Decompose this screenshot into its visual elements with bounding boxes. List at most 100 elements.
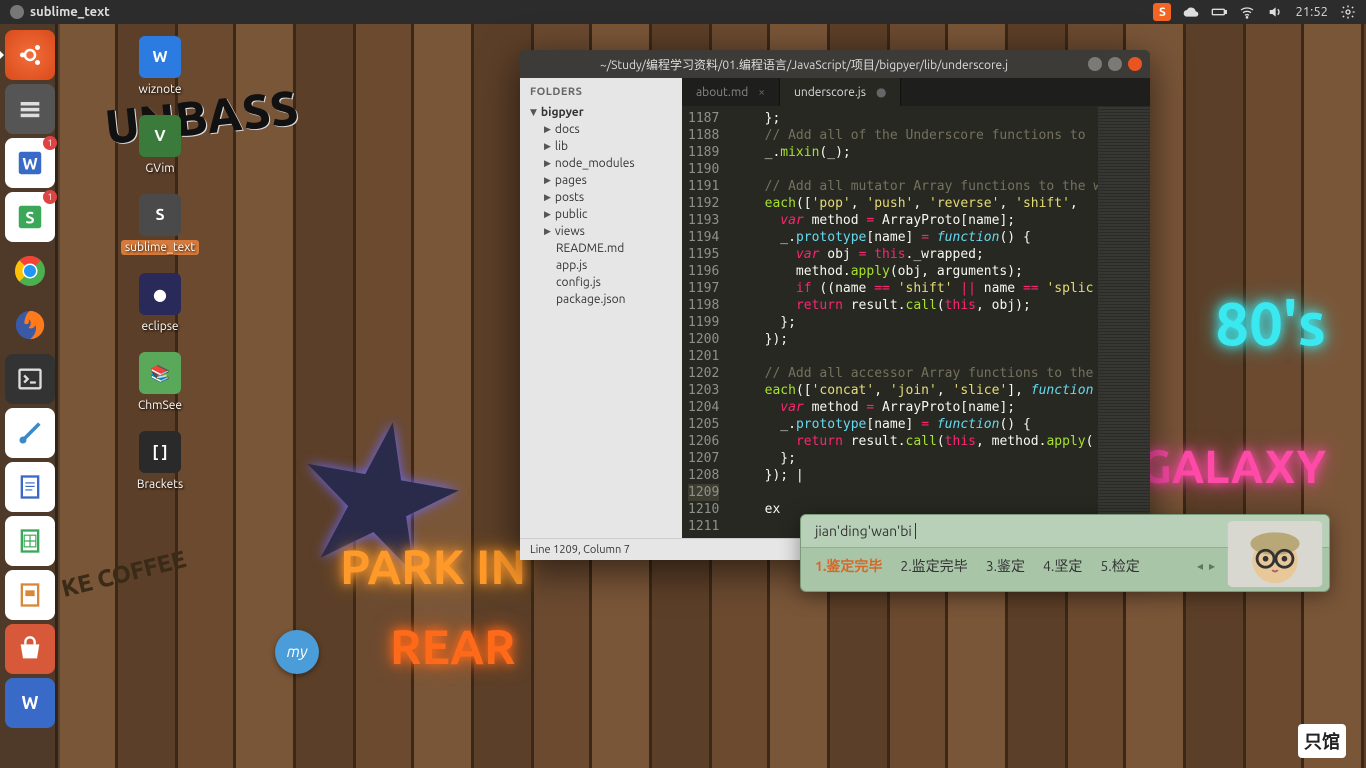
desktop-icon-label: ChmSee [134,398,186,413]
neon-80s: 80's [1215,290,1326,357]
dirty-dot-icon[interactable]: ● [876,85,886,99]
launcher-libreoffice-calc[interactable] [5,516,55,566]
ime-prev-icon[interactable]: ◂ [1197,559,1203,573]
battery-icon[interactable] [1211,4,1227,20]
tree-file[interactable]: app.js [524,257,678,274]
desktop-icon-sublime_text[interactable]: S sublime_text [120,194,200,255]
badge-icon: 1 [43,136,57,150]
tree-folder[interactable]: ▶ posts [524,189,678,206]
launcher-wps-writer-2[interactable]: W [5,678,55,728]
unity-launcher: W 1 S 1 W [0,24,60,768]
folder-tree: ▼ bigpyer▶ docs▶ lib▶ node_modules▶ page… [520,104,682,316]
decor-my-badge: my [275,630,319,674]
tree-folder[interactable]: ▶ views [524,223,678,240]
ime-input-text: jian'ding'wan'bi [815,523,912,539]
app-icon: V [139,115,181,157]
close-button[interactable] [1128,57,1142,71]
system-tray: S 21:52 [1153,3,1362,21]
app-icon: ● [139,273,181,315]
editor-area: about.md × underscore.js ● 1187118811891190… [682,78,1150,538]
code-content[interactable]: }; // Add all of the Underscore function… [727,106,1098,538]
tree-folder[interactable]: ▶ lib [524,138,678,155]
close-icon[interactable]: × [758,86,765,99]
tree-file[interactable]: config.js [524,274,678,291]
tab-label: about.md [696,86,748,99]
tree-file[interactable]: package.json [524,291,678,308]
top-panel: sublime_text S 21:52 [0,0,1366,24]
launcher-wps-writer[interactable]: W 1 [5,138,55,188]
desktop-icon-label: Brackets [133,477,187,492]
tree-folder[interactable]: ▶ public [524,206,678,223]
ime-nav: ◂▸ [1197,559,1215,573]
launcher-libreoffice-writer[interactable] [5,462,55,512]
tab-label: underscore.js [794,86,866,99]
ime-candidate[interactable]: 5.检定 [1100,556,1139,576]
tab-about.md[interactable]: about.md × [682,78,780,106]
desktop-icon-Brackets[interactable]: [ ] Brackets [120,431,200,492]
ime-cursor [912,523,916,539]
cloud-icon[interactable] [1183,4,1199,20]
tree-root[interactable]: ▼ bigpyer [524,104,678,121]
minimap[interactable] [1098,106,1150,538]
tree-folder[interactable]: ▶ node_modules [524,155,678,172]
tree-folder[interactable]: ▶ docs [524,121,678,138]
desktop-icon-label: sublime_text [121,240,199,255]
ime-candidate[interactable]: 2.监定完毕 [900,556,967,576]
minimize-button[interactable] [1088,57,1102,71]
launcher-files[interactable] [5,84,55,134]
sublime-titlebar[interactable]: ~/Study/编程学习资料/01.编程语言/JavaScript/项目/big… [520,50,1150,78]
desktop-icon-GVim[interactable]: V GVim [120,115,200,176]
sublime-window: ~/Study/编程学习资料/01.编程语言/JavaScript/项目/big… [520,50,1150,560]
desktop-icon-eclipse[interactable]: ● eclipse [120,273,200,334]
wifi-icon[interactable] [1239,4,1255,20]
desktop-icons: W wiznote V GVim S sublime_text ● eclipse 📚 … [120,36,200,492]
tree-folder[interactable]: ▶ pages [524,172,678,189]
gear-icon[interactable] [1340,4,1356,20]
panel-app-title[interactable]: sublime_text [30,5,110,19]
desktop-icon-label: wiznote [135,82,186,97]
neon-rear: REAR [390,620,515,674]
ime-candidate[interactable]: 1.鉴定完毕 [815,556,882,576]
launcher-wps-spreadsheet[interactable]: S 1 [5,192,55,242]
desktop-icon-label: eclipse [137,319,182,334]
decor-coffee: KE COFFEE [59,545,189,602]
app-indicator-icon [10,5,24,19]
corner-logo: 只馆 [1298,724,1346,758]
editor[interactable]: 1187118811891190119111921193119411951196… [682,106,1150,538]
app-icon: S [139,194,181,236]
tree-file[interactable]: README.md [524,240,678,257]
volume-icon[interactable] [1267,4,1283,20]
launcher-libreoffice-impress[interactable] [5,570,55,620]
ime-next-icon[interactable]: ▸ [1209,559,1215,573]
launcher-workbench[interactable] [5,408,55,458]
ime-candidate[interactable]: 4.坚定 [1043,556,1082,576]
launcher-terminal[interactable] [5,354,55,404]
panel-clock[interactable]: 21:52 [1295,5,1328,19]
tab-underscore.js[interactable]: underscore.js ● [780,78,901,106]
decor-star: ★ [271,366,488,628]
app-icon: [ ] [139,431,181,473]
statusbar-position: Line 1209, Column 7 [530,544,630,556]
window-buttons [1088,57,1142,71]
window-title-path: ~/Study/编程学习资料/01.编程语言/JavaScript/项目/big… [528,56,1080,73]
ime-indicator-sogou[interactable]: S [1153,3,1171,21]
svg-text:S: S [25,209,34,227]
desktop-icon-label: GVim [141,161,178,176]
desktop-icon-ChmSee[interactable]: 📚 ChmSee [120,352,200,413]
svg-text:W: W [22,155,37,173]
app-icon: W [139,36,181,78]
neon-galaxy: GALAXY [1140,440,1326,492]
launcher-chrome[interactable] [5,246,55,296]
desktop-icon-wiznote[interactable]: W wiznote [120,36,200,97]
ime-mascot-image [1227,521,1323,587]
sidebar-folders-header: FOLDERS [520,78,682,104]
sublime-sidebar[interactable]: FOLDERS ▼ bigpyer▶ docs▶ lib▶ node_modul… [520,78,682,538]
maximize-button[interactable] [1108,57,1122,71]
launcher-software-center[interactable] [5,624,55,674]
ime-candidate[interactable]: 3.鉴定 [986,556,1025,576]
badge-icon: 1 [43,190,57,204]
launcher-dash[interactable] [5,30,55,80]
launcher-firefox[interactable] [5,300,55,350]
editor-tabs: about.md × underscore.js ● [682,78,1150,106]
app-icon: 📚 [139,352,181,394]
